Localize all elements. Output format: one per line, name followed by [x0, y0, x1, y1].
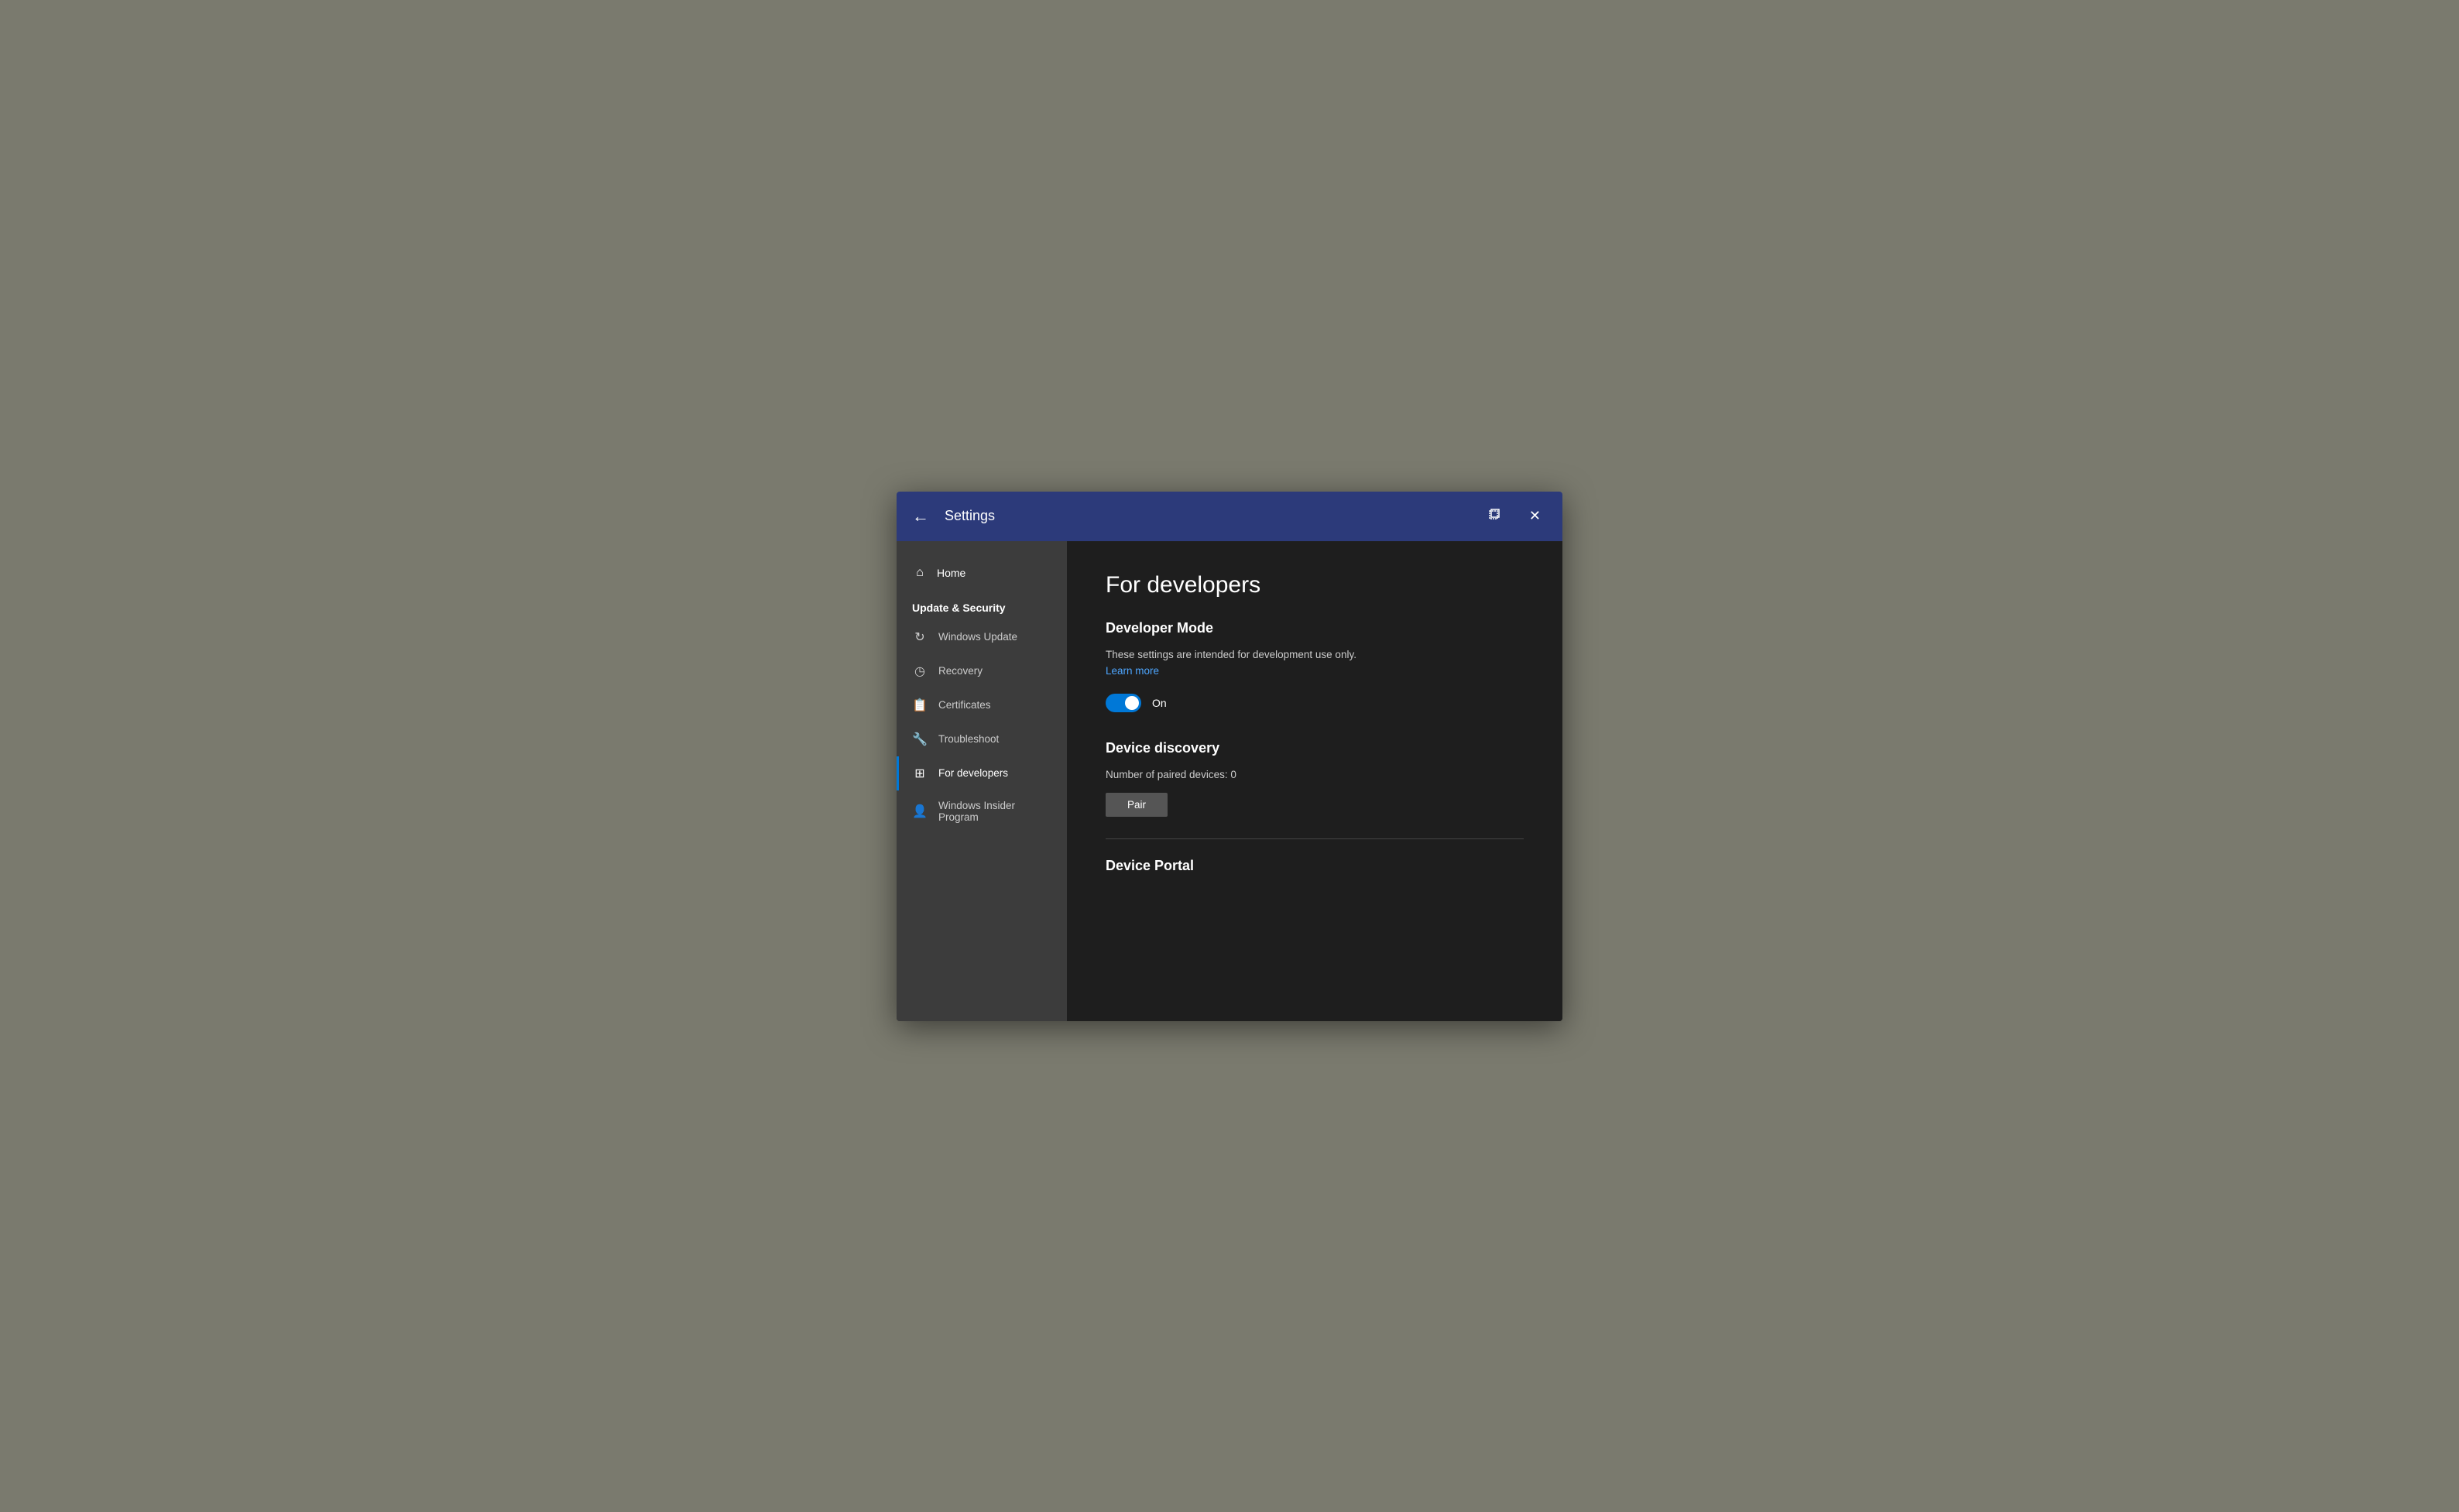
learn-more-link[interactable]: Learn more — [1106, 665, 1524, 677]
sidebar-item-label: Troubleshoot — [938, 733, 999, 745]
device-discovery-section: Device discovery Number of paired device… — [1106, 740, 1524, 817]
paired-devices-text: Number of paired devices: 0 — [1106, 769, 1524, 780]
window-controls: ✕ — [1481, 504, 1547, 528]
developer-mode-title: Developer Mode — [1106, 620, 1524, 636]
sidebar-item-for-developers[interactable]: ⊞ For developers — [897, 756, 1067, 790]
for-developers-icon: ⊞ — [912, 766, 928, 781]
sidebar-item-windows-update[interactable]: ↻ Windows Update — [897, 620, 1067, 654]
sidebar-item-label: Recovery — [938, 665, 983, 677]
window-title: Settings — [945, 508, 1481, 524]
sidebar-item-label: For developers — [938, 767, 1008, 779]
device-portal-title: Device Portal — [1106, 858, 1524, 874]
settings-window: ← Settings ✕ ⌂ Home Update & Security ↻ … — [897, 492, 1562, 1021]
sidebar-item-label: Windows Update — [938, 631, 1017, 643]
sidebar-item-windows-insider[interactable]: 👤 Windows Insider Program — [897, 790, 1067, 832]
sidebar-item-certificates[interactable]: 📋 Certificates — [897, 688, 1067, 722]
sidebar-item-home[interactable]: ⌂ Home — [897, 557, 1067, 589]
sidebar-item-label: Certificates — [938, 699, 991, 711]
developer-mode-toggle[interactable] — [1106, 694, 1141, 712]
sidebar: ⌂ Home Update & Security ↻ Windows Updat… — [897, 541, 1067, 1021]
device-discovery-title: Device discovery — [1106, 740, 1524, 756]
sidebar-item-troubleshoot[interactable]: 🔧 Troubleshoot — [897, 722, 1067, 756]
pair-button[interactable]: Pair — [1106, 793, 1168, 817]
certificates-icon: 📋 — [912, 698, 928, 713]
restore-button[interactable] — [1481, 504, 1507, 528]
close-button[interactable]: ✕ — [1523, 505, 1547, 527]
windows-insider-icon: 👤 — [912, 804, 928, 819]
recovery-icon: ◷ — [912, 663, 928, 679]
page-title: For developers — [1106, 572, 1524, 598]
sidebar-item-recovery[interactable]: ◷ Recovery — [897, 654, 1067, 688]
section-divider — [1106, 838, 1524, 839]
toggle-knob — [1125, 696, 1139, 710]
restore-icon — [1487, 507, 1501, 521]
main-content: For developers Developer Mode These sett… — [1067, 541, 1562, 1021]
sidebar-item-label: Windows Insider Program — [938, 800, 1051, 823]
troubleshoot-icon: 🔧 — [912, 732, 928, 747]
sidebar-home-label: Home — [937, 567, 965, 579]
windows-update-icon: ↻ — [912, 629, 928, 645]
developer-mode-description: These settings are intended for developm… — [1106, 649, 1524, 660]
toggle-state-label: On — [1152, 697, 1167, 709]
back-button[interactable]: ← — [912, 508, 929, 525]
sidebar-section-label: Update & Security — [897, 589, 1067, 620]
titlebar: ← Settings ✕ — [897, 492, 1562, 541]
developer-mode-toggle-row: On — [1106, 694, 1524, 712]
developer-mode-section: Developer Mode These settings are intend… — [1106, 620, 1524, 712]
content-area: ⌂ Home Update & Security ↻ Windows Updat… — [897, 541, 1562, 1021]
device-portal-section: Device Portal — [1106, 858, 1524, 874]
home-icon: ⌂ — [912, 566, 928, 580]
